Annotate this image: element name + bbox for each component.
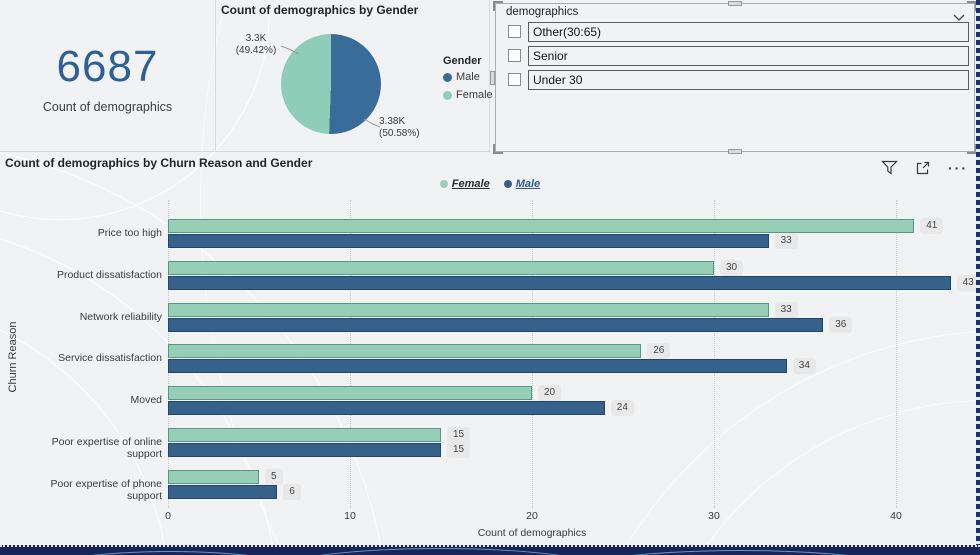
filter-icon[interactable] [881, 160, 898, 176]
bar-value-label: 15 [447, 442, 471, 458]
pie-callout-female-value: 3.3K [245, 33, 267, 44]
x-axis-tick-label: 10 [344, 510, 356, 522]
pie-legend-label: Female [456, 89, 493, 101]
slicer-item-label[interactable]: Senior [528, 46, 969, 66]
bar-female[interactable] [168, 219, 915, 233]
slicer-item-label[interactable]: Under 30 [528, 70, 969, 90]
slicer-item-label[interactable]: Other(30:65) [528, 22, 969, 42]
pie-legend-title: Gender [443, 55, 482, 67]
kpi-label: Count of demographics [42, 100, 173, 114]
slicer-item-checkbox[interactable] [508, 73, 521, 86]
bar-value-label: 24 [610, 400, 634, 417]
bar-legend-item-female[interactable]: Female [439, 178, 490, 190]
bar-male[interactable] [168, 443, 441, 457]
x-axis-tick-label: 30 [708, 510, 720, 522]
category-label: Service dissatisfaction [58, 352, 162, 365]
bar-legend-item-male[interactable]: Male [503, 178, 541, 190]
bar-female[interactable] [168, 344, 642, 359]
pie-chart-visual: Count of demographics by Gender 3.3K (49… [215, 0, 493, 151]
category-label: Moved [130, 394, 162, 407]
pie-callout-male-value: 3.38K [379, 116, 406, 127]
page-edge-dashed-border [976, 0, 980, 545]
pie-callout-male-percent: (50.58%) [379, 127, 420, 139]
bar-male[interactable] [168, 234, 769, 248]
bar-chart-legend: Female Male [0, 178, 980, 190]
visual-header-icons: ··· [881, 160, 968, 176]
focus-mode-icon[interactable] [915, 160, 931, 176]
bar-value-label: 34 [792, 358, 816, 375]
category-label: Product dissatisfaction [56, 268, 162, 281]
category-label: Network reliability [79, 310, 162, 323]
bottom-wave-band [0, 545, 980, 555]
legend-dot-female [443, 90, 452, 100]
pie-callout-male: 3.38K (50.58%) [379, 116, 439, 139]
bar-male[interactable] [168, 359, 787, 374]
bar-female[interactable] [168, 386, 532, 401]
y-axis-title: Churn Reason [7, 321, 19, 393]
legend-dot-female [439, 180, 448, 188]
slicer-item: Under 30 [496, 70, 974, 90]
bar-value-label: 6 [283, 483, 301, 500]
bar-value-label: 5 [265, 468, 283, 485]
bar-value-label: 30 [720, 259, 744, 276]
bar-value-label: 36 [829, 316, 853, 333]
category-label: Price too high [97, 227, 162, 239]
bar-value-label: 20 [538, 385, 562, 402]
slicer-item-checkbox[interactable] [508, 25, 521, 38]
slicer-item: Senior [496, 46, 974, 66]
more-options-icon[interactable]: ··· [948, 161, 968, 175]
gridline [896, 200, 897, 508]
category-label: Poor expertise of online support [51, 436, 162, 460]
bar-value-label: 15 [447, 427, 471, 443]
legend-dot-male [443, 72, 452, 82]
slicer-item-checkbox[interactable] [508, 49, 521, 62]
pie-legend-label: Male [456, 71, 480, 83]
bar-legend-label: Female [451, 178, 490, 190]
bar-female[interactable] [168, 302, 769, 317]
selection-edge-handle[interactable] [728, 1, 742, 6]
kpi-value: 6687 [56, 42, 159, 91]
bar-female[interactable] [168, 260, 714, 275]
bar-chart-title: Count of demographics by Churn Reason an… [5, 156, 313, 170]
demographics-slicer[interactable]: demographics Other(30:65) Senior Under 30 [490, 1, 977, 154]
bar-value-label: 33 [774, 233, 798, 249]
bar-male[interactable] [168, 317, 824, 332]
selection-corner-handle[interactable] [493, 1, 503, 11]
bar-value-label: 41 [920, 218, 944, 234]
x-axis-tick-label: 20 [526, 510, 538, 522]
category-label: Poor expertise of phone support [50, 477, 163, 502]
pie-callout-female-percent: (49.42%) [235, 44, 277, 56]
slicer-title: demographics [506, 6, 579, 18]
bar-male[interactable] [168, 275, 951, 290]
bar-male[interactable] [168, 484, 278, 499]
powerbi-report-canvas: 6687 Count of demographics Count of demo… [0, 0, 980, 555]
bar-male[interactable] [168, 401, 605, 416]
bar-female[interactable] [168, 428, 441, 442]
x-axis-tick-label: 0 [165, 510, 171, 522]
kpi-card[interactable]: 6687 Count of demographics [0, 0, 215, 151]
legend-dot-male [503, 180, 512, 188]
pie-legend-item-female[interactable]: Female [443, 89, 493, 101]
x-axis-title: Count of demographics [477, 527, 587, 539]
selection-edge-handle[interactable] [490, 70, 495, 85]
slicer-item: Other(30:65) [496, 22, 974, 42]
bar-value-label: 33 [774, 301, 798, 318]
pie-legend: Gender Male Female [443, 55, 493, 107]
bar-value-label: 26 [647, 343, 671, 360]
bar-female[interactable] [168, 469, 259, 484]
bar-legend-label: Male [515, 178, 541, 190]
x-axis-tick-label: 40 [890, 510, 902, 522]
pie-callout-female: 3.3K (49.42%) [229, 33, 283, 56]
bar-chart-visual: Count of demographics by Churn Reason an… [0, 152, 980, 545]
pie-legend-item-male[interactable]: Male [443, 71, 493, 83]
